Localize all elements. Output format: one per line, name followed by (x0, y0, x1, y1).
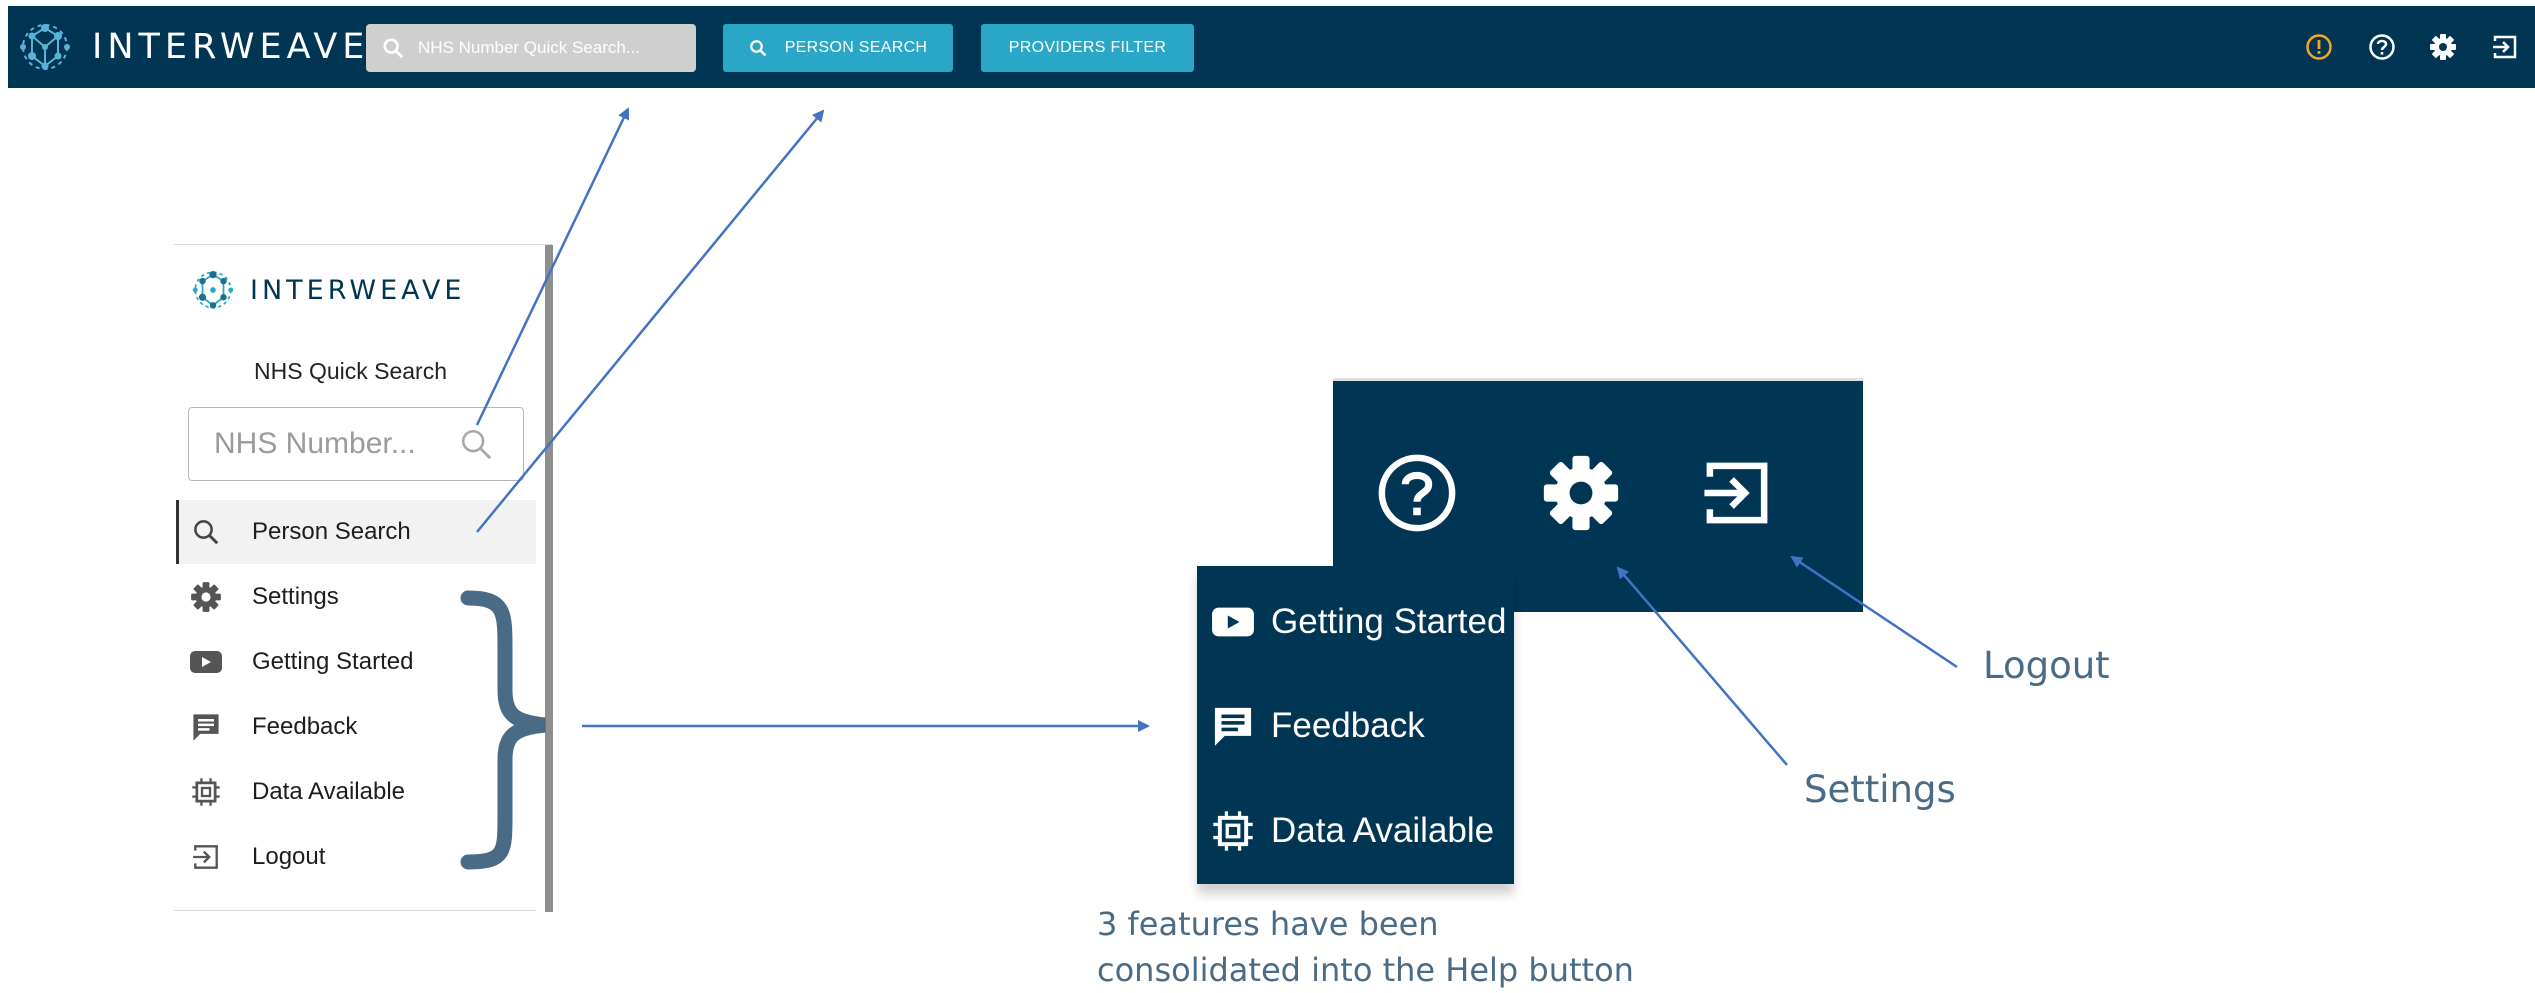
arrow-to-logout (1790, 555, 1958, 669)
arrow-to-settings (1616, 566, 1788, 766)
curly-brace (460, 590, 546, 870)
annotation-arrows-overlay (460, 107, 1958, 870)
arrow-to-person-search (476, 109, 825, 533)
